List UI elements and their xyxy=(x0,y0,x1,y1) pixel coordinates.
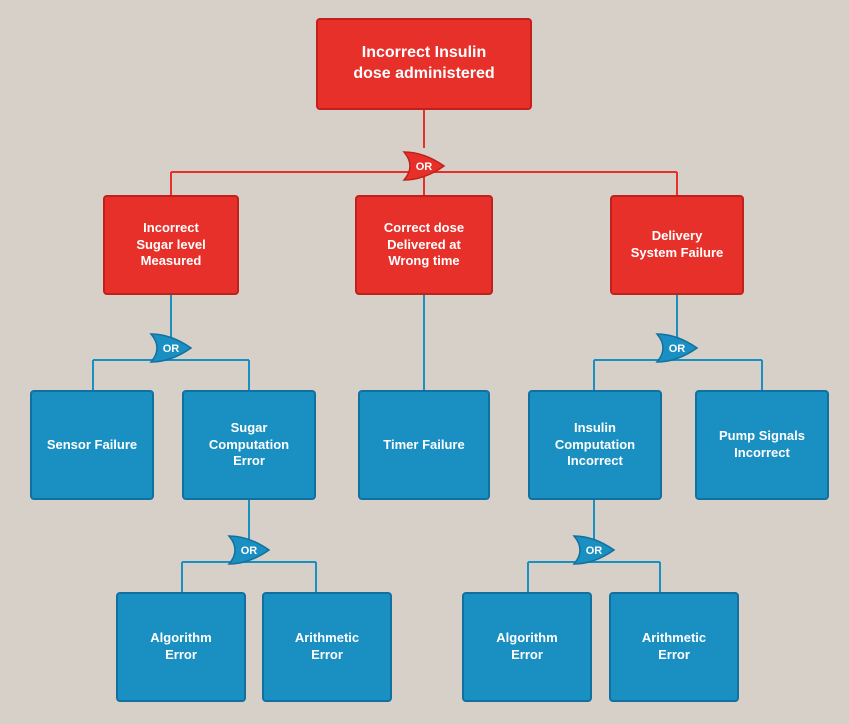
level1-wrong-time: Correct doseDelivered atWrong time xyxy=(355,195,493,295)
algorithm-error-left: AlgorithmError xyxy=(116,592,246,702)
or-gate-left-2: OR xyxy=(225,532,273,568)
or-gate-left: OR xyxy=(147,330,195,366)
timer-failure: Timer Failure xyxy=(358,390,490,500)
sensor-failure: Sensor Failure xyxy=(30,390,154,500)
fault-tree-diagram: Incorrect Insulindose administered OR In… xyxy=(0,0,849,724)
arithmetic-error-left: ArithmeticError xyxy=(262,592,392,702)
svg-text:OR: OR xyxy=(416,161,433,173)
pump-signals-incorrect: Pump SignalsIncorrect xyxy=(695,390,829,500)
level1-delivery-failure: DeliverySystem Failure xyxy=(610,195,744,295)
or-gate-1: OR xyxy=(400,148,448,184)
or-gate-right: OR xyxy=(653,330,701,366)
svg-text:OR: OR xyxy=(163,343,180,355)
svg-text:OR: OR xyxy=(586,545,603,557)
sugar-computation-error: SugarComputationError xyxy=(182,390,316,500)
svg-text:OR: OR xyxy=(669,343,686,355)
or-gate-right-2: OR xyxy=(570,532,618,568)
arithmetic-error-right: ArithmeticError xyxy=(609,592,739,702)
svg-text:OR: OR xyxy=(241,545,258,557)
level1-sugar-measured: IncorrectSugar levelMeasured xyxy=(103,195,239,295)
algorithm-error-right: AlgorithmError xyxy=(462,592,592,702)
root-node: Incorrect Insulindose administered xyxy=(316,18,532,110)
insulin-computation-incorrect: InsulinComputationIncorrect xyxy=(528,390,662,500)
